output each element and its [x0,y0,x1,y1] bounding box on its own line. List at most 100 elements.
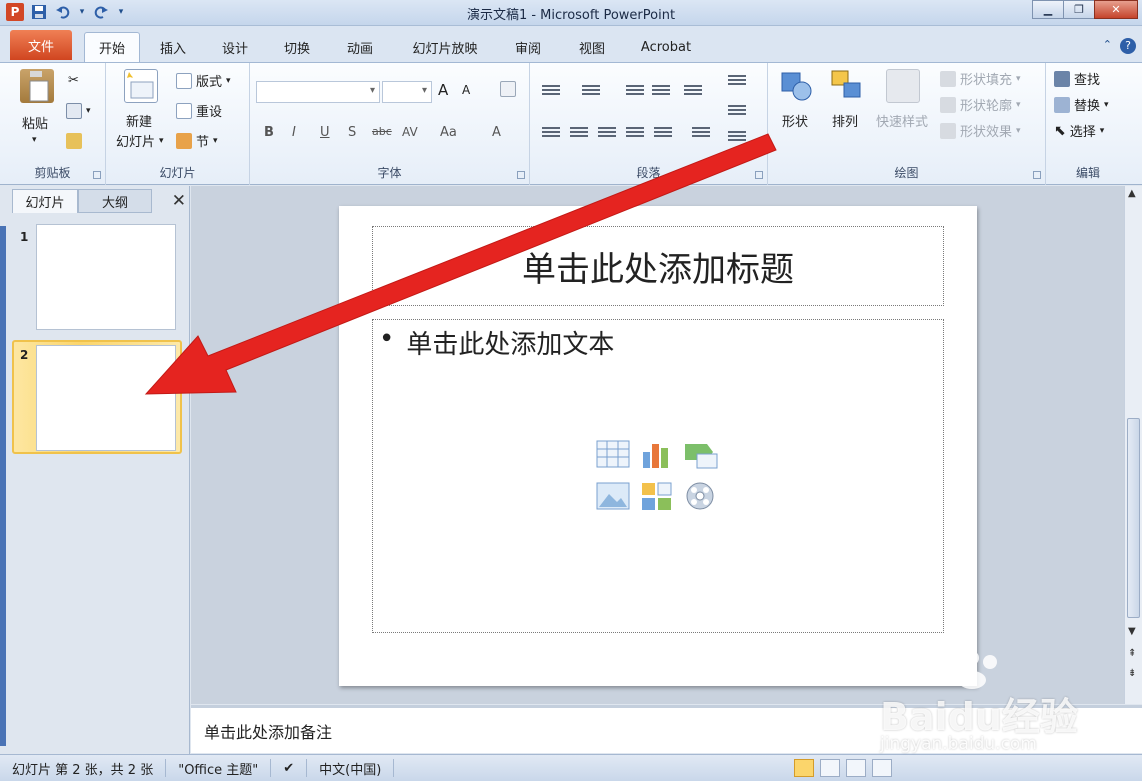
current-slide[interactable]: 单击此处添加标题 • 单击此处添加文本 [339,206,977,686]
clipboard-launcher-icon[interactable] [93,171,101,179]
minimize-ribbon-icon[interactable]: ⌃ [1103,38,1112,54]
section-button[interactable]: 节 ▾ [176,131,218,150]
tab-animations[interactable]: 动画 [334,32,386,62]
insert-chart-icon[interactable] [639,438,675,472]
theme-name[interactable]: "Office 主题" [166,759,272,778]
shape-outline-label: 形状轮廓 [960,99,1013,114]
align-left-icon[interactable] [542,125,560,139]
justify-icon[interactable] [626,125,644,139]
new-slide-label[interactable]: 新建 [126,111,152,130]
paste-button[interactable]: 粘贴 [22,113,48,132]
select-button[interactable]: ⬉ 选择 ▾ [1054,121,1104,141]
tab-insert[interactable]: 插入 [148,32,198,62]
shape-effects-button[interactable]: 形状效果 ▾ [940,121,1021,140]
bold-button[interactable]: B [264,125,274,140]
replace-button[interactable]: 替换 ▾ [1054,95,1109,114]
font-name-combo[interactable] [256,81,380,103]
text-direction-icon[interactable] [728,73,746,87]
shape-fill-button[interactable]: 形状填充 ▾ [940,69,1021,88]
insert-smartart-icon[interactable] [683,438,719,472]
paste-icon[interactable] [20,69,54,103]
close-window-button[interactable]: ✕ [1094,0,1138,19]
copy-icon[interactable]: ▾ [66,103,91,119]
grow-font-button[interactable]: A [438,81,448,99]
slideshow-view-icon[interactable] [872,759,892,777]
previous-slide-icon[interactable]: ⇞ [1128,648,1136,659]
tab-view[interactable]: 视图 [566,32,618,62]
normal-view-icon[interactable] [794,759,814,777]
distributed-icon[interactable] [654,125,672,139]
title-placeholder[interactable]: 单击此处添加标题 [372,226,944,306]
columns-icon[interactable] [692,125,710,139]
content-placeholder[interactable]: • 单击此处添加文本 [372,319,944,633]
underline-button[interactable]: U [320,125,330,140]
paste-dropdown-icon[interactable]: ▾ [32,135,37,145]
tab-design[interactable]: 设计 [210,32,260,62]
tab-acrobat[interactable]: Acrobat [630,32,702,62]
minimize-button[interactable]: ▁ [1032,0,1064,19]
language-status[interactable]: 中文(中国) [307,759,395,778]
insert-media-icon[interactable] [683,480,719,514]
shadow-button[interactable]: S [348,125,356,140]
align-right-icon[interactable] [598,125,616,139]
slide-thumbnail-1[interactable] [36,224,176,330]
shape-outline-button[interactable]: 形状轮廓 ▾ [940,95,1021,114]
bullets-icon[interactable] [542,83,560,97]
italic-button[interactable]: I [292,125,296,140]
tab-slideshow[interactable]: 幻灯片放映 [400,32,490,62]
increase-indent-icon[interactable] [652,83,670,97]
decrease-indent-icon[interactable] [626,83,644,97]
arrange-icon[interactable] [830,69,864,103]
tab-transitions[interactable]: 切换 [272,32,322,62]
tab-review[interactable]: 审阅 [502,32,554,62]
char-spacing-button[interactable]: AV [402,125,418,139]
new-slide-button[interactable]: 幻灯片 ▾ [116,131,164,150]
tab-outline-pane[interactable]: 大纲 [78,189,152,213]
cut-icon[interactable]: ✂ [68,73,79,88]
smartart-icon[interactable] [728,129,746,143]
new-slide-icon[interactable] [124,69,158,103]
align-text-icon[interactable] [728,103,746,117]
scroll-up-icon[interactable]: ▲ [1128,188,1136,199]
next-slide-icon[interactable]: ⇟ [1128,668,1136,679]
tab-slides-pane[interactable]: 幻灯片 [12,189,78,213]
paragraph-launcher-icon[interactable] [755,171,763,179]
numbering-icon[interactable] [582,83,600,97]
shrink-font-button[interactable]: A [462,83,470,97]
font-size-combo[interactable] [382,81,432,103]
scrollbar-thumb[interactable] [1127,418,1140,618]
spell-check-status[interactable]: ✔ [271,759,308,777]
strikethrough-button[interactable]: abc [372,125,392,138]
font-launcher-icon[interactable] [517,171,525,179]
close-pane-icon[interactable]: ✕ [172,191,186,211]
drawing-launcher-icon[interactable] [1033,171,1041,179]
shapes-icon[interactable] [780,69,814,103]
content-bullet: • 单击此处添加文本 [379,324,614,361]
shapes-button[interactable]: 形状 [782,111,808,130]
insert-picture-icon[interactable] [595,480,631,514]
maximize-button[interactable]: ❐ [1063,0,1095,19]
insert-clipart-icon[interactable] [639,480,675,514]
slides-pane-tabs: 幻灯片 大纲 ✕ [12,189,188,213]
scroll-down-icon[interactable]: ▼ [1128,626,1136,637]
help-icon[interactable]: ? [1120,38,1136,54]
tab-file[interactable]: 文件 [10,30,72,60]
line-spacing-icon[interactable] [684,83,702,97]
clear-format-icon[interactable] [500,81,516,97]
change-case-button[interactable]: Aa [440,125,457,140]
find-button[interactable]: 查找 [1054,69,1100,88]
align-center-icon[interactable] [570,125,588,139]
vertical-scrollbar[interactable]: ▲ ▼ ⇞ ⇟ [1124,186,1142,704]
format-painter-icon[interactable] [66,133,82,149]
reading-view-icon[interactable] [846,759,866,777]
quick-styles-button[interactable]: 快速样式 [876,111,928,130]
reset-button[interactable]: 重设 [176,101,222,120]
slide-thumbnail-2[interactable] [36,345,176,451]
insert-table-icon[interactable] [595,438,631,472]
slide-sorter-icon[interactable] [820,759,840,777]
quick-styles-icon[interactable] [886,69,920,103]
layout-button[interactable]: 版式 ▾ [176,71,231,90]
tab-home[interactable]: 开始 [84,32,140,62]
arrange-button[interactable]: 排列 [832,111,858,130]
font-color-button[interactable]: A [492,125,501,140]
